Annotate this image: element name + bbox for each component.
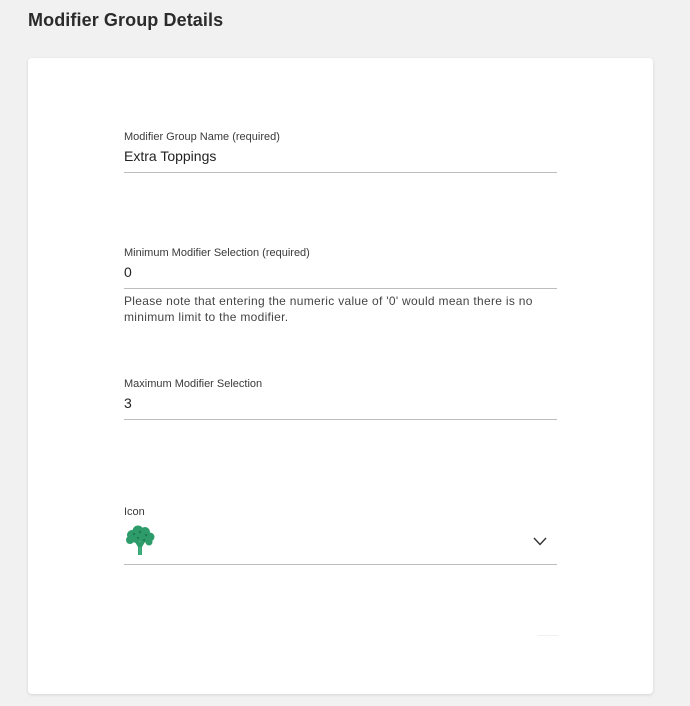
max-selection-field: Maximum Modifier Selection (124, 377, 557, 420)
page-title: Modifier Group Details (28, 10, 224, 30)
chevron-down-icon[interactable] (533, 533, 547, 551)
icon-field: Icon (124, 505, 557, 565)
modifier-group-form-card: Modifier Group Name (required) Minimum M… (28, 58, 653, 694)
max-selection-input[interactable] (124, 391, 557, 420)
min-selection-helper-text: Please note that entering the numeric va… (124, 294, 533, 324)
group-name-field: Modifier Group Name (required) (124, 130, 557, 173)
group-name-input[interactable] (124, 144, 557, 173)
broccoli-icon (124, 525, 156, 562)
group-name-label: Modifier Group Name (required) (124, 131, 280, 143)
divider (538, 635, 558, 636)
max-selection-label: Maximum Modifier Selection (124, 378, 263, 390)
min-selection-label: Minimum Modifier Selection (required) (124, 247, 310, 259)
min-selection-field: Minimum Modifier Selection (required) Pl… (124, 246, 557, 325)
min-selection-input[interactable] (124, 260, 557, 289)
icon-select-dropdown[interactable] (124, 519, 557, 565)
icon-label: Icon (124, 506, 145, 518)
